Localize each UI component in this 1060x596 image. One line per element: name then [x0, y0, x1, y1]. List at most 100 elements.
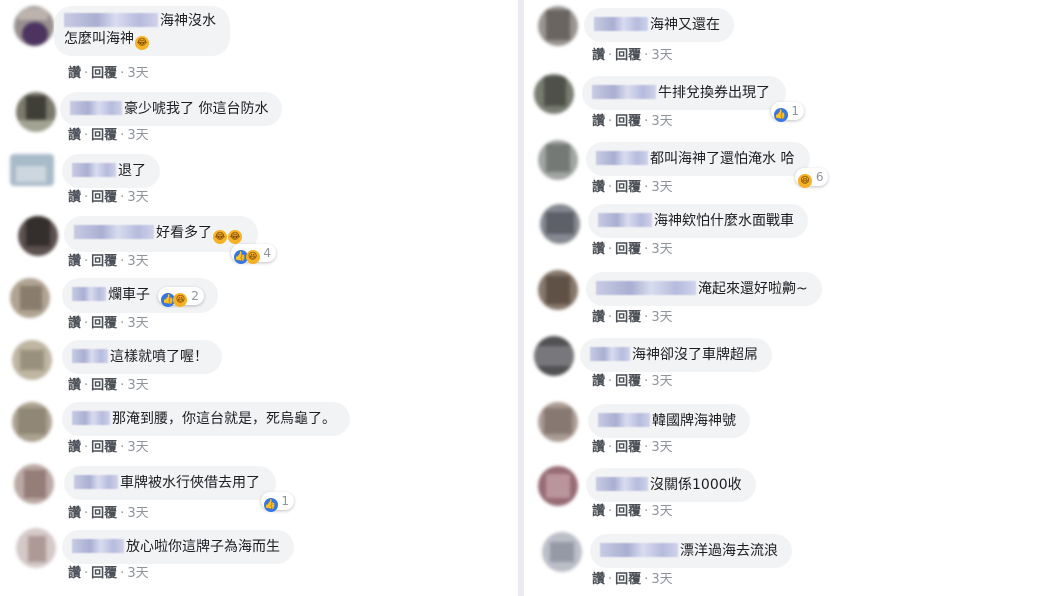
avatar[interactable] [12, 402, 52, 442]
avatar[interactable] [538, 140, 578, 180]
timestamp-link[interactable]: 3天 [651, 48, 672, 63]
timestamp-link[interactable]: 3天 [651, 114, 672, 129]
avatar[interactable] [538, 6, 578, 46]
reply-link[interactable]: 回覆 [615, 440, 641, 455]
timestamp-link[interactable]: 3天 [127, 440, 148, 455]
reply-link[interactable]: 回覆 [91, 566, 117, 581]
reaction-summary[interactable]: 👍 1 [770, 102, 804, 122]
commenter-name[interactable] [74, 225, 154, 239]
timestamp-link[interactable]: 3天 [651, 374, 672, 389]
avatar[interactable] [14, 464, 54, 504]
reply-link[interactable]: 回覆 [91, 66, 117, 81]
timestamp-link[interactable]: 3天 [651, 440, 672, 455]
timestamp-link[interactable]: 3天 [651, 572, 672, 587]
timestamp-link[interactable]: 3天 [127, 378, 148, 393]
avatar[interactable] [538, 270, 578, 310]
reply-link[interactable]: 回覆 [91, 316, 117, 331]
comment-actions: 讚 · 回覆 · 3天 [68, 440, 149, 455]
commenter-name[interactable] [600, 543, 678, 557]
reply-link[interactable]: 回覆 [91, 128, 117, 143]
timestamp-link[interactable]: 3天 [127, 566, 148, 581]
commenter-name[interactable] [72, 349, 108, 363]
commenter-name[interactable] [74, 475, 118, 489]
timestamp-link[interactable]: 3天 [651, 180, 672, 195]
timestamp-link[interactable]: 3天 [127, 316, 148, 331]
commenter-name[interactable] [590, 347, 630, 361]
reaction-summary[interactable]: 😆 6 [794, 168, 829, 188]
avatar[interactable] [540, 204, 580, 244]
like-link[interactable]: 讚 [592, 374, 605, 389]
like-link[interactable]: 讚 [592, 114, 605, 129]
comment-bubble: 都叫海神了還怕淹水 哈 😆 6 [586, 142, 829, 188]
commenter-name[interactable] [72, 163, 116, 177]
avatar[interactable] [14, 6, 54, 46]
like-link[interactable]: 讚 [592, 180, 605, 195]
like-link[interactable]: 讚 [68, 254, 81, 269]
avatar[interactable] [12, 340, 52, 380]
avatar[interactable] [18, 216, 58, 256]
commenter-name[interactable] [596, 281, 696, 295]
reply-link[interactable]: 回覆 [615, 310, 641, 325]
like-link[interactable]: 讚 [592, 440, 605, 455]
like-link[interactable]: 讚 [68, 66, 81, 81]
like-link[interactable]: 讚 [68, 440, 81, 455]
reply-link[interactable]: 回覆 [615, 572, 641, 587]
like-link[interactable]: 讚 [68, 316, 81, 331]
reply-link[interactable]: 回覆 [91, 440, 117, 455]
like-link[interactable]: 讚 [592, 242, 605, 257]
timestamp-link[interactable]: 3天 [651, 242, 672, 257]
avatar[interactable] [10, 154, 54, 186]
like-link[interactable]: 讚 [592, 572, 605, 587]
reply-link[interactable]: 回覆 [615, 114, 641, 129]
reply-link[interactable]: 回覆 [615, 242, 641, 257]
like-link[interactable]: 讚 [592, 48, 605, 63]
commenter-name[interactable] [72, 287, 106, 301]
reaction-summary[interactable]: 👍 😆 4 [230, 244, 276, 264]
reply-link[interactable]: 回覆 [615, 180, 641, 195]
comment-bubble: 韓國牌海神號 [588, 404, 750, 438]
timestamp-link[interactable]: 3天 [651, 310, 672, 325]
avatar[interactable] [534, 336, 574, 376]
like-link[interactable]: 讚 [68, 190, 81, 205]
commenter-name[interactable] [72, 539, 124, 553]
like-link[interactable]: 讚 [68, 566, 81, 581]
timestamp-link[interactable]: 3天 [127, 254, 148, 269]
reply-link[interactable]: 回覆 [91, 254, 117, 269]
commenter-name[interactable] [592, 85, 656, 99]
commenter-name[interactable] [72, 411, 110, 425]
commenter-name[interactable] [596, 477, 648, 491]
like-link[interactable]: 讚 [592, 504, 605, 519]
timestamp-link[interactable]: 3天 [651, 504, 672, 519]
timestamp-link[interactable]: 3天 [127, 506, 148, 521]
timestamp-link[interactable]: 3天 [127, 190, 148, 205]
timestamp-link[interactable]: 3天 [127, 66, 148, 81]
reply-link[interactable]: 回覆 [615, 48, 641, 63]
avatar[interactable] [538, 402, 578, 442]
avatar[interactable] [16, 92, 56, 132]
commenter-name[interactable] [64, 13, 158, 27]
avatar[interactable] [542, 532, 582, 572]
reply-link[interactable]: 回覆 [91, 190, 117, 205]
avatar[interactable] [534, 74, 574, 114]
like-link[interactable]: 讚 [68, 378, 81, 393]
reply-link[interactable]: 回覆 [91, 378, 117, 393]
commenter-name[interactable] [598, 413, 650, 427]
commenter-name[interactable] [596, 151, 648, 165]
like-link[interactable]: 讚 [68, 128, 81, 143]
commenter-name[interactable] [70, 101, 122, 115]
commenter-name[interactable] [594, 17, 648, 31]
comment-actions: 讚 · 回覆 · 3天 [592, 440, 673, 455]
reply-link[interactable]: 回覆 [615, 374, 641, 389]
reaction-summary[interactable]: 👍 😆 2 [158, 287, 204, 307]
reply-link[interactable]: 回覆 [615, 504, 641, 519]
like-link[interactable]: 讚 [592, 310, 605, 325]
avatar[interactable] [10, 278, 50, 318]
like-link[interactable]: 讚 [68, 506, 81, 521]
avatar[interactable] [538, 466, 578, 506]
reaction-summary[interactable]: 👍 1 [260, 492, 294, 512]
reply-link[interactable]: 回覆 [91, 506, 117, 521]
avatar[interactable] [16, 528, 56, 568]
comment-bubble: 淹起來還好啦齁~ [586, 272, 822, 306]
commenter-name[interactable] [598, 213, 652, 227]
timestamp-link[interactable]: 3天 [127, 128, 148, 143]
